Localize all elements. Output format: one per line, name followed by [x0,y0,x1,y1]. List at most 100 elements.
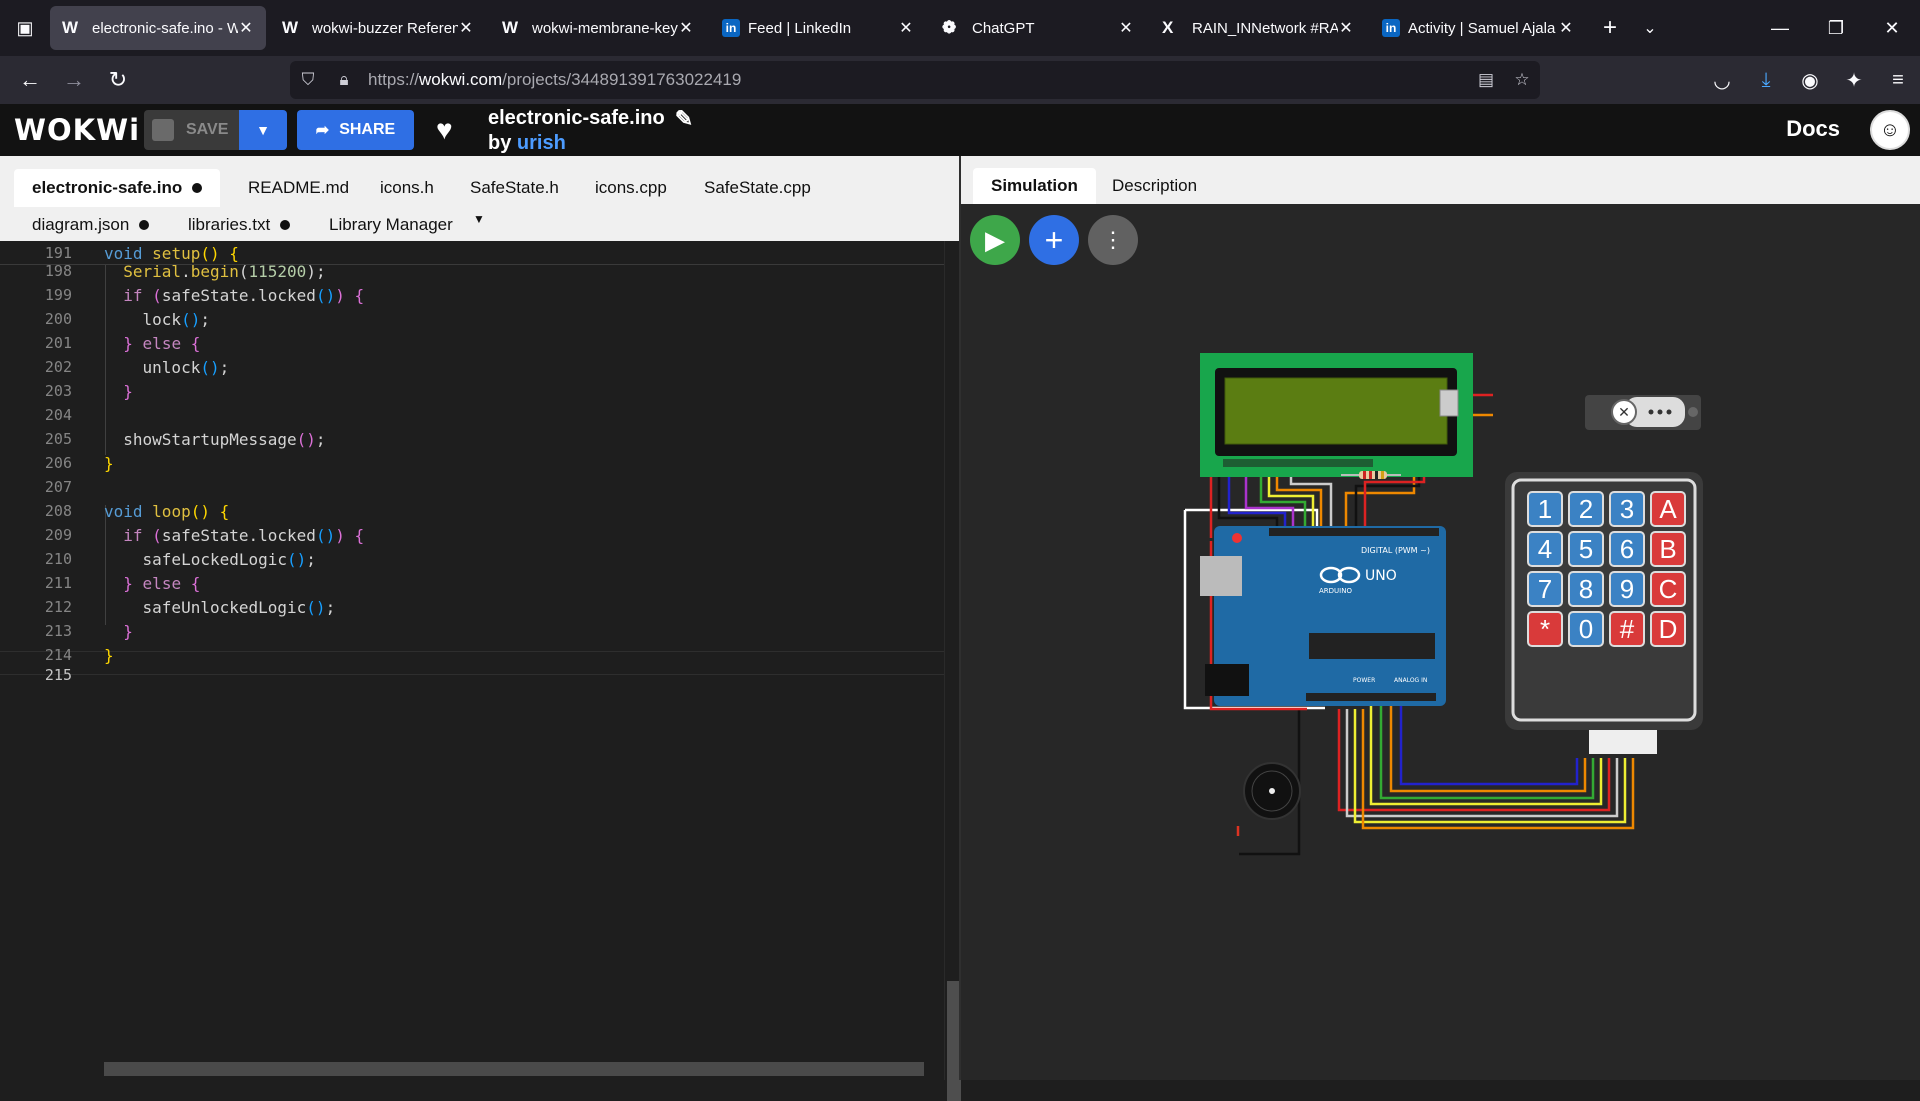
extensions-icon[interactable]: ✦ [1832,56,1876,104]
keypad-key[interactable]: C [1650,571,1686,607]
reader-view-icon[interactable]: ▤ [1468,70,1504,90]
keypad-key[interactable]: B [1650,531,1686,567]
browser-nav-bar: ← → ↻ ⛉ 🔒︎ https://wokwi.com/projects/34… [0,56,1920,104]
code-line: 201 } else { [0,331,944,355]
avatar[interactable]: ☺ [1870,110,1910,150]
author-link[interactable]: urish [517,132,566,154]
close-window-icon[interactable]: ✕ [1864,0,1920,56]
line-number: 199 [44,286,72,304]
tab-close-icon[interactable]: ✕ [458,18,474,38]
menu-icon[interactable]: ≡ [1876,56,1920,104]
tab-close-icon[interactable]: ✕ [1558,18,1574,38]
lcd-display[interactable] [1200,353,1473,477]
share-label: SHARE [339,121,396,138]
forward-icon[interactable]: → [52,60,96,100]
keypad-key[interactable]: A [1650,491,1686,527]
bookmark-star-icon[interactable]: ☆ [1504,70,1540,90]
code-text: } [123,621,133,641]
keypad-key[interactable]: 2 [1568,491,1604,527]
browser-tab[interactable]: in Feed | LinkedIn ✕ [710,6,926,50]
browser-tab[interactable]: Wwokwi-buzzer Referen ✕ [270,6,486,50]
line-number: 200 [44,310,72,328]
keypad-key[interactable]: # [1609,611,1645,647]
code-text: } [104,453,114,473]
keypad-key[interactable]: 7 [1527,571,1563,607]
line-number: 208 [44,502,72,520]
browser-tab[interactable]: ❁ ChatGPT ✕ [930,6,1146,50]
browser-tab[interactable]: in Activity | Samuel Ajala ✕ [1370,6,1586,50]
keypad-key-label: 6 [1620,534,1634,564]
keypad-connector [1589,730,1657,754]
tab-close-icon[interactable]: ✕ [238,18,254,38]
arduino-uno[interactable]: DIGITAL (PWM ~) UNO ARDUINO POWER ANALOG… [1200,526,1446,706]
membrane-keypad[interactable]: 1 2 3 A 4 5 6 B 7 8 9 C * 0 # D [1505,472,1703,754]
library-manager-tab[interactable]: Library Manager [311,208,471,242]
reload-icon[interactable]: ↻ [96,60,140,100]
code-text: safeUnlockedLogic(); [104,597,336,617]
tab-close-icon[interactable]: ✕ [1118,18,1134,38]
download-icon[interactable]: ⤓ [1744,56,1788,104]
file-tab-icons-cpp[interactable]: icons.cpp [577,171,685,205]
keypad-key[interactable]: 5 [1568,531,1604,567]
back-icon[interactable]: ← [8,60,52,100]
power-analog-header [1306,693,1436,701]
keypad-key[interactable]: 8 [1568,571,1604,607]
analog-label: ANALOG IN [1394,677,1427,684]
browser-tab[interactable]: X RAIN_INNetwork #RAI ✕ [1150,6,1366,50]
file-tab-libraries-txt[interactable]: libraries.txt [170,208,308,242]
heart-icon[interactable]: ♥ [436,114,476,146]
keypad-key[interactable]: 9 [1609,571,1645,607]
file-tab-icons-h[interactable]: icons.h [362,171,452,205]
tab-favicon-icon: W [502,18,519,37]
edit-pencil-icon[interactable]: ✎ [675,106,693,132]
tab-close-icon[interactable]: ✕ [898,18,914,38]
keypad-key[interactable]: D [1650,611,1686,647]
code-text: showStartupMessage(); [104,429,326,449]
keypad-key[interactable]: 1 [1527,491,1563,527]
vertical-scrollbar[interactable] [944,241,961,1101]
new-tab-button[interactable]: + [1590,6,1630,50]
file-menu-caret-icon[interactable]: ▼ [473,212,485,226]
circuit-diagram[interactable]: ✕ DIGITAL (PWM ~) UNO ARDUINO POWER ANAL… [961,156,1920,1080]
code-line: 204 [0,403,944,427]
url-text[interactable]: https://wokwi.com/projects/3448913917630… [362,70,1468,90]
file-tab-readme[interactable]: README.md [230,171,367,205]
tab-close-icon[interactable]: ✕ [1338,18,1354,38]
docs-link[interactable]: Docs [1786,116,1840,142]
svg-text:✕: ✕ [1618,405,1630,421]
code-line: 207 [0,475,944,499]
keypad-key[interactable]: 4 [1527,531,1563,567]
line-number: 203 [44,382,72,400]
wokwi-logo[interactable]: WOKWi [14,113,139,147]
save-dropdown-button[interactable]: ▼ [239,110,287,150]
horizontal-scrollbar[interactable] [104,1062,924,1076]
browser-tab[interactable]: Wwokwi-membrane-key ✕ [490,6,706,50]
code-line: 206} [0,451,944,475]
lcd-screen [1224,377,1448,445]
list-all-tabs-chevron-icon[interactable]: ⌄ [1630,6,1670,50]
save-button[interactable]: SAVE [144,110,239,150]
file-tab-label: Library Manager [329,215,453,234]
account-icon[interactable]: ◉ [1788,56,1832,104]
code-area[interactable]: 191 void setup() { 198 Serial.begin(11520… [0,241,944,1080]
tab-close-icon[interactable]: ✕ [678,18,694,38]
file-tab-safestate-h[interactable]: SafeState.h [452,171,577,205]
minimize-icon[interactable]: — [1752,0,1808,56]
share-button[interactable]: ➦ SHARE [297,110,414,150]
lock-icon[interactable]: 🔒︎ [326,70,362,90]
tracking-shield-icon[interactable]: ⛉ [290,70,326,90]
keypad-key[interactable]: * [1527,611,1563,647]
tab-list-icon[interactable]: ▣ [0,0,50,56]
address-bar[interactable]: ⛉ 🔒︎ https://wokwi.com/projects/34489139… [290,61,1540,99]
file-tab-diagram-json[interactable]: diagram.json [14,208,167,242]
code-line: 209 if (safeState.locked()) { [0,523,944,547]
keypad-key[interactable]: 0 [1568,611,1604,647]
browser-tab[interactable]: Welectronic-safe.ino - W ✕ [50,6,266,50]
keypad-key[interactable]: 3 [1609,491,1645,527]
file-tab-safestate-cpp[interactable]: SafeState.cpp [686,171,829,205]
buzzer[interactable] [1243,762,1301,820]
file-tab-electronic-safe[interactable]: electronic-safe.ino [14,169,221,207]
keypad-key[interactable]: 6 [1609,531,1645,567]
restore-icon[interactable]: ❐ [1808,0,1864,56]
pocket-icon[interactable]: ◡ [1700,56,1744,104]
